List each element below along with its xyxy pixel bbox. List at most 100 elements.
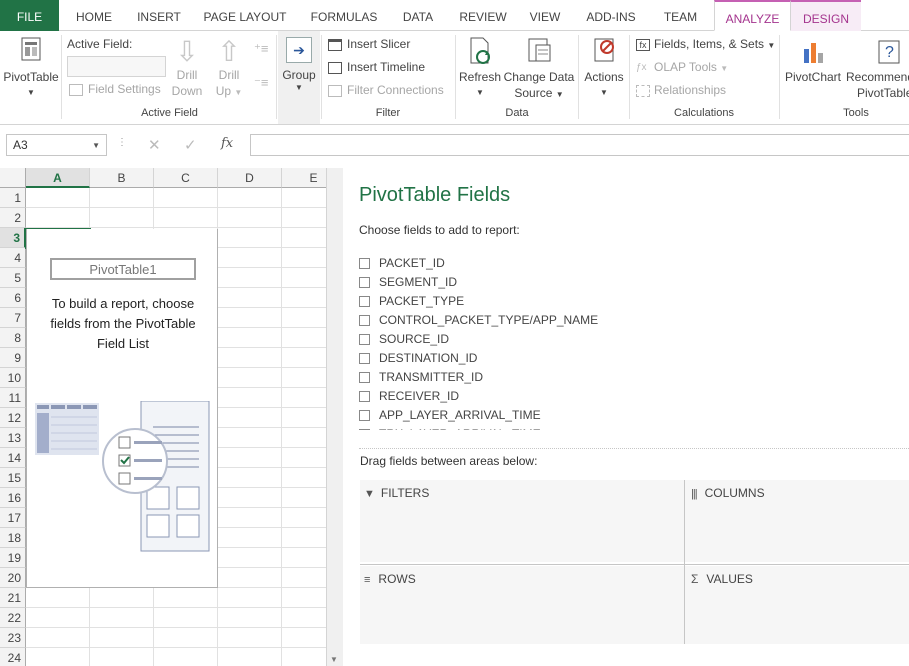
rows-area[interactable]: ≡ ROWS	[360, 566, 684, 644]
row-header[interactable]: 16	[0, 488, 26, 508]
chevron-down-icon: ▼	[476, 88, 484, 97]
insert-slicer-button[interactable]: Insert Slicer	[328, 37, 410, 51]
tab-review[interactable]: REVIEW	[451, 0, 515, 31]
tab-data[interactable]: DATA	[393, 0, 443, 31]
tab-analyze[interactable]: ANALYZE	[714, 0, 791, 31]
column-header-b[interactable]: B	[90, 168, 154, 188]
actions-button[interactable]: Actions ▼	[580, 35, 628, 101]
field-item[interactable]: TRANSMITTER_ID	[359, 368, 483, 387]
values-area[interactable]: Σ VALUES	[685, 566, 909, 644]
row-header[interactable]: 5	[0, 268, 26, 288]
drill-down-button[interactable]: ⇩ Drill Down	[170, 37, 204, 99]
field-checkbox[interactable]	[359, 410, 370, 422]
row-header[interactable]: 11	[0, 388, 26, 408]
field-checkbox[interactable]	[359, 296, 370, 308]
tab-page-layout[interactable]: PAGE LAYOUT	[196, 0, 294, 31]
filter-connections-button[interactable]: Filter Connections	[328, 83, 444, 97]
row-header[interactable]: 2	[0, 208, 26, 228]
field-checkbox[interactable]	[359, 391, 370, 403]
column-header-e[interactable]: E	[282, 168, 326, 188]
field-checkbox[interactable]	[359, 258, 370, 270]
tab-team[interactable]: TEAM	[653, 0, 708, 31]
field-checkbox[interactable]	[359, 372, 370, 384]
field-checkbox[interactable]	[359, 334, 370, 346]
change-data-source-button[interactable]: Change Data Source ▼	[503, 35, 575, 103]
olap-tools-button[interactable]: ƒx OLAP Tools ▼	[636, 60, 728, 74]
row-header[interactable]: 17	[0, 508, 26, 528]
refresh-button[interactable]: Refresh ▼	[458, 35, 502, 101]
field-checkbox[interactable]	[359, 315, 370, 327]
row-header[interactable]: 12	[0, 408, 26, 428]
pivotchart-button[interactable]: PivotChart	[782, 35, 844, 85]
field-item[interactable]: PACKET_ID	[359, 254, 445, 273]
row-header[interactable]: 22	[0, 608, 26, 628]
field-item[interactable]: APP_LAYER_ARRIVAL_TIME	[359, 406, 541, 425]
row-header[interactable]: 23	[0, 628, 26, 648]
name-box[interactable]: A3 ▼	[6, 134, 107, 156]
row-header[interactable]: 13	[0, 428, 26, 448]
column-header-d[interactable]: D	[218, 168, 282, 188]
field-checkbox[interactable]	[359, 277, 370, 289]
tab-view[interactable]: VIEW	[522, 0, 568, 31]
field-item[interactable]: TRX_LAYER_ARRIVAL_TIME	[359, 425, 541, 430]
row-header[interactable]: 15	[0, 468, 26, 488]
cancel-icon[interactable]: ✕	[148, 136, 161, 154]
row-header[interactable]: 6	[0, 288, 26, 308]
row-header[interactable]: 1	[0, 188, 26, 208]
column-header-c[interactable]: C	[154, 168, 218, 188]
field-checkbox[interactable]	[359, 353, 370, 365]
tab-file[interactable]: FILE	[0, 0, 59, 31]
expand-field-icon[interactable]: ⁺≡	[254, 41, 268, 57]
filters-header: ▼ FILTERS	[364, 486, 430, 500]
insert-timeline-button[interactable]: Insert Timeline	[328, 60, 425, 74]
drill-up-button[interactable]: ⇧ Drill Up ▼	[212, 37, 246, 101]
select-all-corner[interactable]	[0, 168, 26, 188]
group-arrow-icon: ➔	[286, 37, 312, 63]
columns-area[interactable]: ||| COLUMNS	[685, 480, 909, 562]
field-item[interactable]: CONTROL_PACKET_TYPE/APP_NAME	[359, 311, 598, 330]
recommended-pivottables-button[interactable]: ? Recommended PivotTables	[845, 35, 909, 101]
row-header[interactable]: 10	[0, 368, 26, 388]
row-header[interactable]: 8	[0, 328, 26, 348]
pivottable-placeholder[interactable]: PivotTable1 To build a report, choose fi…	[26, 229, 218, 588]
field-item[interactable]: DESTINATION_ID	[359, 349, 477, 368]
filters-area[interactable]: ▼ FILTERS	[360, 480, 684, 562]
row-header[interactable]: 14	[0, 448, 26, 468]
worksheet-grid[interactable]: A B C D E 1 2 3 4 5 6 7 8 9 10 11 12 13 14 15 16 17 18 19 2…	[0, 168, 326, 666]
tab-home[interactable]: HOME	[66, 0, 122, 31]
enter-icon[interactable]: ✓	[184, 136, 197, 154]
vertical-scrollbar[interactable]: ▼	[326, 168, 343, 666]
relationships-button[interactable]: Relationships	[636, 83, 726, 97]
chevron-down-icon[interactable]: ▼	[92, 135, 100, 156]
group-button[interactable]: ➔ Group ▼	[278, 31, 320, 124]
tab-design[interactable]: DESIGN	[791, 0, 861, 31]
formula-input[interactable]	[250, 134, 909, 156]
gridline	[26, 207, 326, 208]
field-item[interactable]: PACKET_TYPE	[359, 292, 464, 311]
pivottable-button[interactable]: PivotTable ▼	[2, 35, 60, 101]
insert-function-icon[interactable]: fx	[221, 136, 233, 151]
row-header[interactable]: 7	[0, 308, 26, 328]
row-header[interactable]: 4	[0, 248, 26, 268]
tab-formulas[interactable]: FORMULAS	[302, 0, 386, 31]
row-header[interactable]: 20	[0, 568, 26, 588]
fields-items-sets-button[interactable]: fx Fields, Items, & Sets ▼	[636, 37, 775, 51]
column-header-a[interactable]: A	[26, 168, 90, 188]
row-header[interactable]: 21	[0, 588, 26, 608]
tab-insert[interactable]: INSERT	[130, 0, 188, 31]
row-header[interactable]: 9	[0, 348, 26, 368]
row-header[interactable]: 19	[0, 548, 26, 568]
insert-timeline-label: Insert Timeline	[347, 60, 426, 74]
field-item[interactable]: SEGMENT_ID	[359, 273, 457, 292]
tab-add-ins[interactable]: ADD-INS	[576, 0, 646, 31]
active-field-input[interactable]	[67, 56, 166, 77]
field-item[interactable]: RECEIVER_ID	[359, 387, 459, 406]
field-checkbox[interactable]	[359, 429, 370, 430]
row-header[interactable]: 18	[0, 528, 26, 548]
field-item[interactable]: SOURCE_ID	[359, 330, 449, 349]
row-header[interactable]: 3	[0, 228, 26, 248]
field-settings-button[interactable]: Field Settings	[69, 82, 161, 96]
scroll-down-icon[interactable]: ▼	[330, 655, 338, 664]
collapse-field-icon[interactable]: ⁻≡	[254, 75, 268, 91]
row-header[interactable]: 24	[0, 648, 26, 666]
